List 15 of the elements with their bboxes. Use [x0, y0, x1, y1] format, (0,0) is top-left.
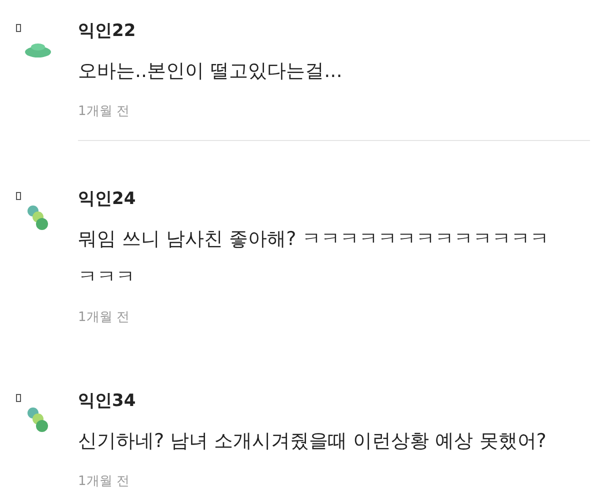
avatar-icon: [24, 42, 52, 58]
author-name: 익인34: [78, 390, 137, 412]
avatar-icon: [27, 406, 49, 434]
author-name: 익인24: [78, 188, 137, 210]
glyph-box-icon: [16, 192, 21, 200]
avatar-icon: [27, 204, 49, 232]
glyph-box-icon: [16, 24, 21, 32]
comment-time: 1개월 전: [78, 473, 130, 491]
comment-text: 뭐임 쓰니 남사친 좋아해? ㅋㅋㅋㅋㅋㅋㅋㅋㅋㅋㅋㅋㅋㅋㅋㅋ: [78, 227, 550, 290]
glyph-box-icon: [16, 394, 21, 402]
comment-time: 1개월 전: [78, 103, 130, 121]
author-name: 익인22: [78, 20, 137, 42]
comment-time: 1개월 전: [78, 309, 130, 327]
comment-text: 신기하네? 남녀 소개시겨줬을때 이런상황 예상 못했어?: [78, 429, 548, 454]
comment-text: 오바는..본인이 떨고있다는걸...: [78, 59, 344, 84]
